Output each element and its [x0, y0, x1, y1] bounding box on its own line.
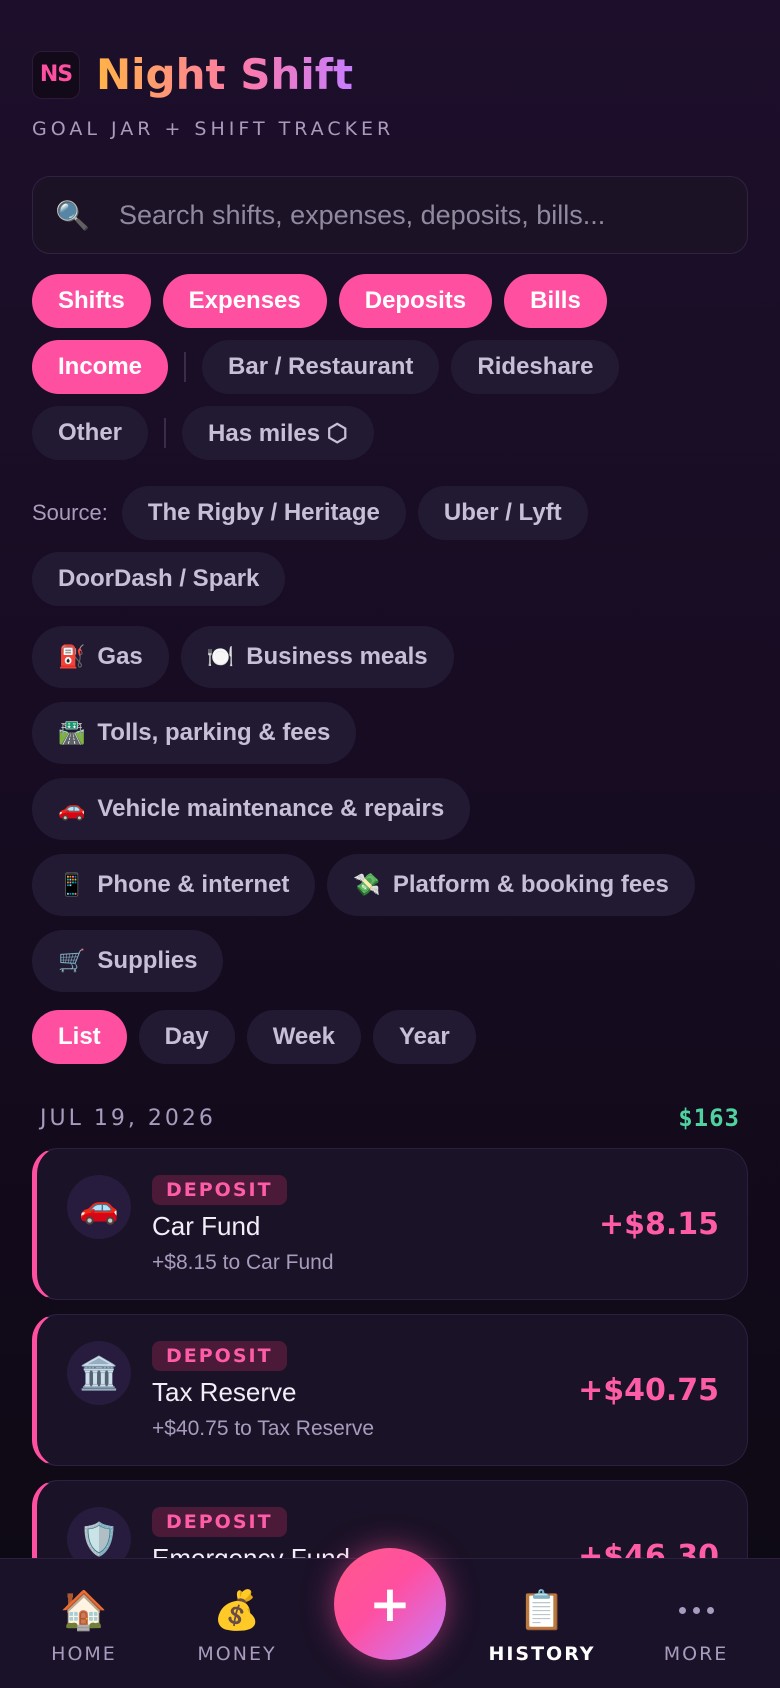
category-chip-platform-fees[interactable]: 💸 Platform & booking fees — [327, 854, 695, 916]
category-label: Platform & booking fees — [392, 871, 669, 898]
category-chip-vehicle-maintenance[interactable]: 🚗 Vehicle maintenance & repairs — [32, 778, 471, 840]
nav-money[interactable]: 💰 MONEY — [167, 1587, 307, 1665]
more-dots-icon — [678, 1587, 714, 1633]
filter-chip-other[interactable]: Other — [32, 406, 149, 460]
search-bar[interactable]: 🔍 — [32, 176, 748, 254]
filter-chip-bar-restaurant[interactable]: Bar / Restaurant — [202, 340, 440, 394]
source-chip-rigby-heritage[interactable]: The Rigby / Heritage — [121, 486, 406, 540]
expense-category-row-2: 🛣️ Tolls, parking & fees — [32, 702, 357, 764]
filter-chip-deposits[interactable]: Deposits — [338, 274, 493, 328]
expense-category-row-3: 🚗 Vehicle maintenance & repairs — [32, 778, 471, 840]
category-label: Gas — [97, 643, 143, 670]
source-filter-row: Source: The Rigby / Heritage Uber / Lyft — [32, 486, 588, 540]
view-tab-week[interactable]: Week — [246, 1010, 361, 1064]
entry-type-badge: DEPOSIT — [152, 1175, 287, 1205]
category-chip-supplies[interactable]: 🛒 Supplies — [32, 930, 224, 992]
view-toggle-row: List Day Week Year — [32, 1010, 476, 1064]
category-label: Supplies — [97, 947, 198, 974]
chip-divider — [164, 418, 167, 448]
phone-icon: 📱 — [58, 872, 86, 897]
fuel-pump-icon: ⛽ — [58, 644, 86, 669]
category-label: Business meals — [246, 643, 428, 670]
filter-row-2: Income Bar / Restaurant Rideshare — [32, 340, 620, 394]
clipboard-icon: 📋 — [518, 1588, 566, 1632]
view-tab-list[interactable]: List — [32, 1010, 127, 1064]
car-icon: 🚗 — [58, 796, 86, 821]
filter-chip-shifts[interactable]: Shifts — [32, 274, 151, 328]
app-logo: NS — [32, 50, 80, 99]
plate-icon: 🍽️ — [206, 644, 235, 669]
money-wings-icon: 💸 — [353, 872, 381, 897]
entry-amount: +$40.75 — [578, 1373, 719, 1408]
source-chip-doordash-spark[interactable]: DoorDash / Spark — [32, 552, 286, 606]
nav-home[interactable]: 🏠 HOME — [14, 1587, 154, 1665]
nav-history[interactable]: 📋 HISTORY — [472, 1587, 612, 1665]
nav-label: HISTORY — [488, 1643, 596, 1665]
app-root: NS Night Shift GOAL JAR + SHIFT TRACKER … — [0, 0, 780, 1688]
expense-category-row-1: ⛽ Gas 🍽️ Business meals — [32, 626, 454, 688]
add-entry-button[interactable]: + — [334, 1548, 446, 1660]
category-chip-tolls[interactable]: 🛣️ Tolls, parking & fees — [32, 702, 357, 764]
date-group-header: JUL 19, 2026 $163 — [40, 1104, 740, 1132]
category-label: Tolls, parking & fees — [97, 719, 331, 746]
source-filter-row-2: DoorDash / Spark — [32, 552, 286, 606]
category-chip-business-meals[interactable]: 🍽️ Business meals — [180, 626, 454, 688]
filter-chip-expenses[interactable]: Expenses — [162, 274, 327, 328]
category-chip-gas[interactable]: ⛽ Gas — [32, 626, 169, 688]
entry-amount: +$8.15 — [598, 1207, 719, 1242]
entry-type-badge: DEPOSIT — [152, 1341, 287, 1371]
bank-icon: 🏛️ — [67, 1341, 131, 1405]
road-icon: 🛣️ — [58, 720, 86, 745]
filter-chip-rideshare[interactable]: Rideshare — [451, 340, 620, 394]
history-entry-card[interactable]: 🏛️ DEPOSIT Tax Reserve +$40.75 to Tax Re… — [32, 1314, 748, 1466]
view-tab-day[interactable]: Day — [138, 1010, 235, 1064]
chip-divider — [184, 352, 187, 382]
app-title: Night Shift — [96, 50, 354, 99]
entry-name: Car Fund — [152, 1211, 261, 1241]
search-input[interactable] — [119, 199, 719, 231]
entry-name: Tax Reserve — [152, 1377, 297, 1407]
category-chip-phone-internet[interactable]: 📱 Phone & internet — [32, 854, 316, 916]
nav-label: HOME — [51, 1643, 117, 1665]
history-entry-card[interactable]: 🚗 DEPOSIT Car Fund +$8.15 to Car Fund +$… — [32, 1148, 748, 1300]
money-bag-icon: 💰 — [213, 1588, 261, 1632]
type-filter-row: Shifts Expenses Deposits Bills — [32, 274, 607, 328]
app-subtitle: GOAL JAR + SHIFT TRACKER — [32, 118, 395, 140]
category-label: Phone & internet — [97, 871, 290, 898]
group-date: JUL 19, 2026 — [40, 1105, 216, 1131]
nav-more[interactable]: MORE — [626, 1587, 766, 1665]
expense-category-row-4: 📱 Phone & internet 💸 Platform & booking … — [32, 854, 695, 916]
car-icon: 🚗 — [67, 1175, 131, 1239]
entry-type-badge: DEPOSIT — [152, 1507, 287, 1537]
house-icon: 🏠 — [60, 1588, 108, 1632]
nav-label: MONEY — [197, 1643, 277, 1665]
filter-chip-has-miles[interactable]: Has miles ⬡ — [182, 406, 374, 460]
source-label: Source: — [32, 500, 108, 525]
filter-chip-bills[interactable]: Bills — [504, 274, 607, 328]
category-label: Vehicle maintenance & repairs — [97, 795, 445, 822]
filter-chip-income[interactable]: Income — [32, 340, 169, 394]
entry-description: +$8.15 to Car Fund — [152, 1251, 334, 1274]
expense-category-row-5: 🛒 Supplies — [32, 930, 224, 992]
brand: NS Night Shift — [32, 50, 353, 99]
nav-label: MORE — [663, 1643, 729, 1665]
entry-description: +$40.75 to Tax Reserve — [152, 1417, 375, 1440]
filter-row-3: Other Has miles ⬡ — [32, 406, 374, 460]
cart-icon: 🛒 — [58, 948, 86, 973]
group-total: $163 — [678, 1104, 740, 1132]
view-tab-year[interactable]: Year — [372, 1010, 476, 1064]
search-icon: 🔍 — [55, 198, 90, 232]
source-chip-uber-lyft[interactable]: Uber / Lyft — [417, 486, 588, 540]
